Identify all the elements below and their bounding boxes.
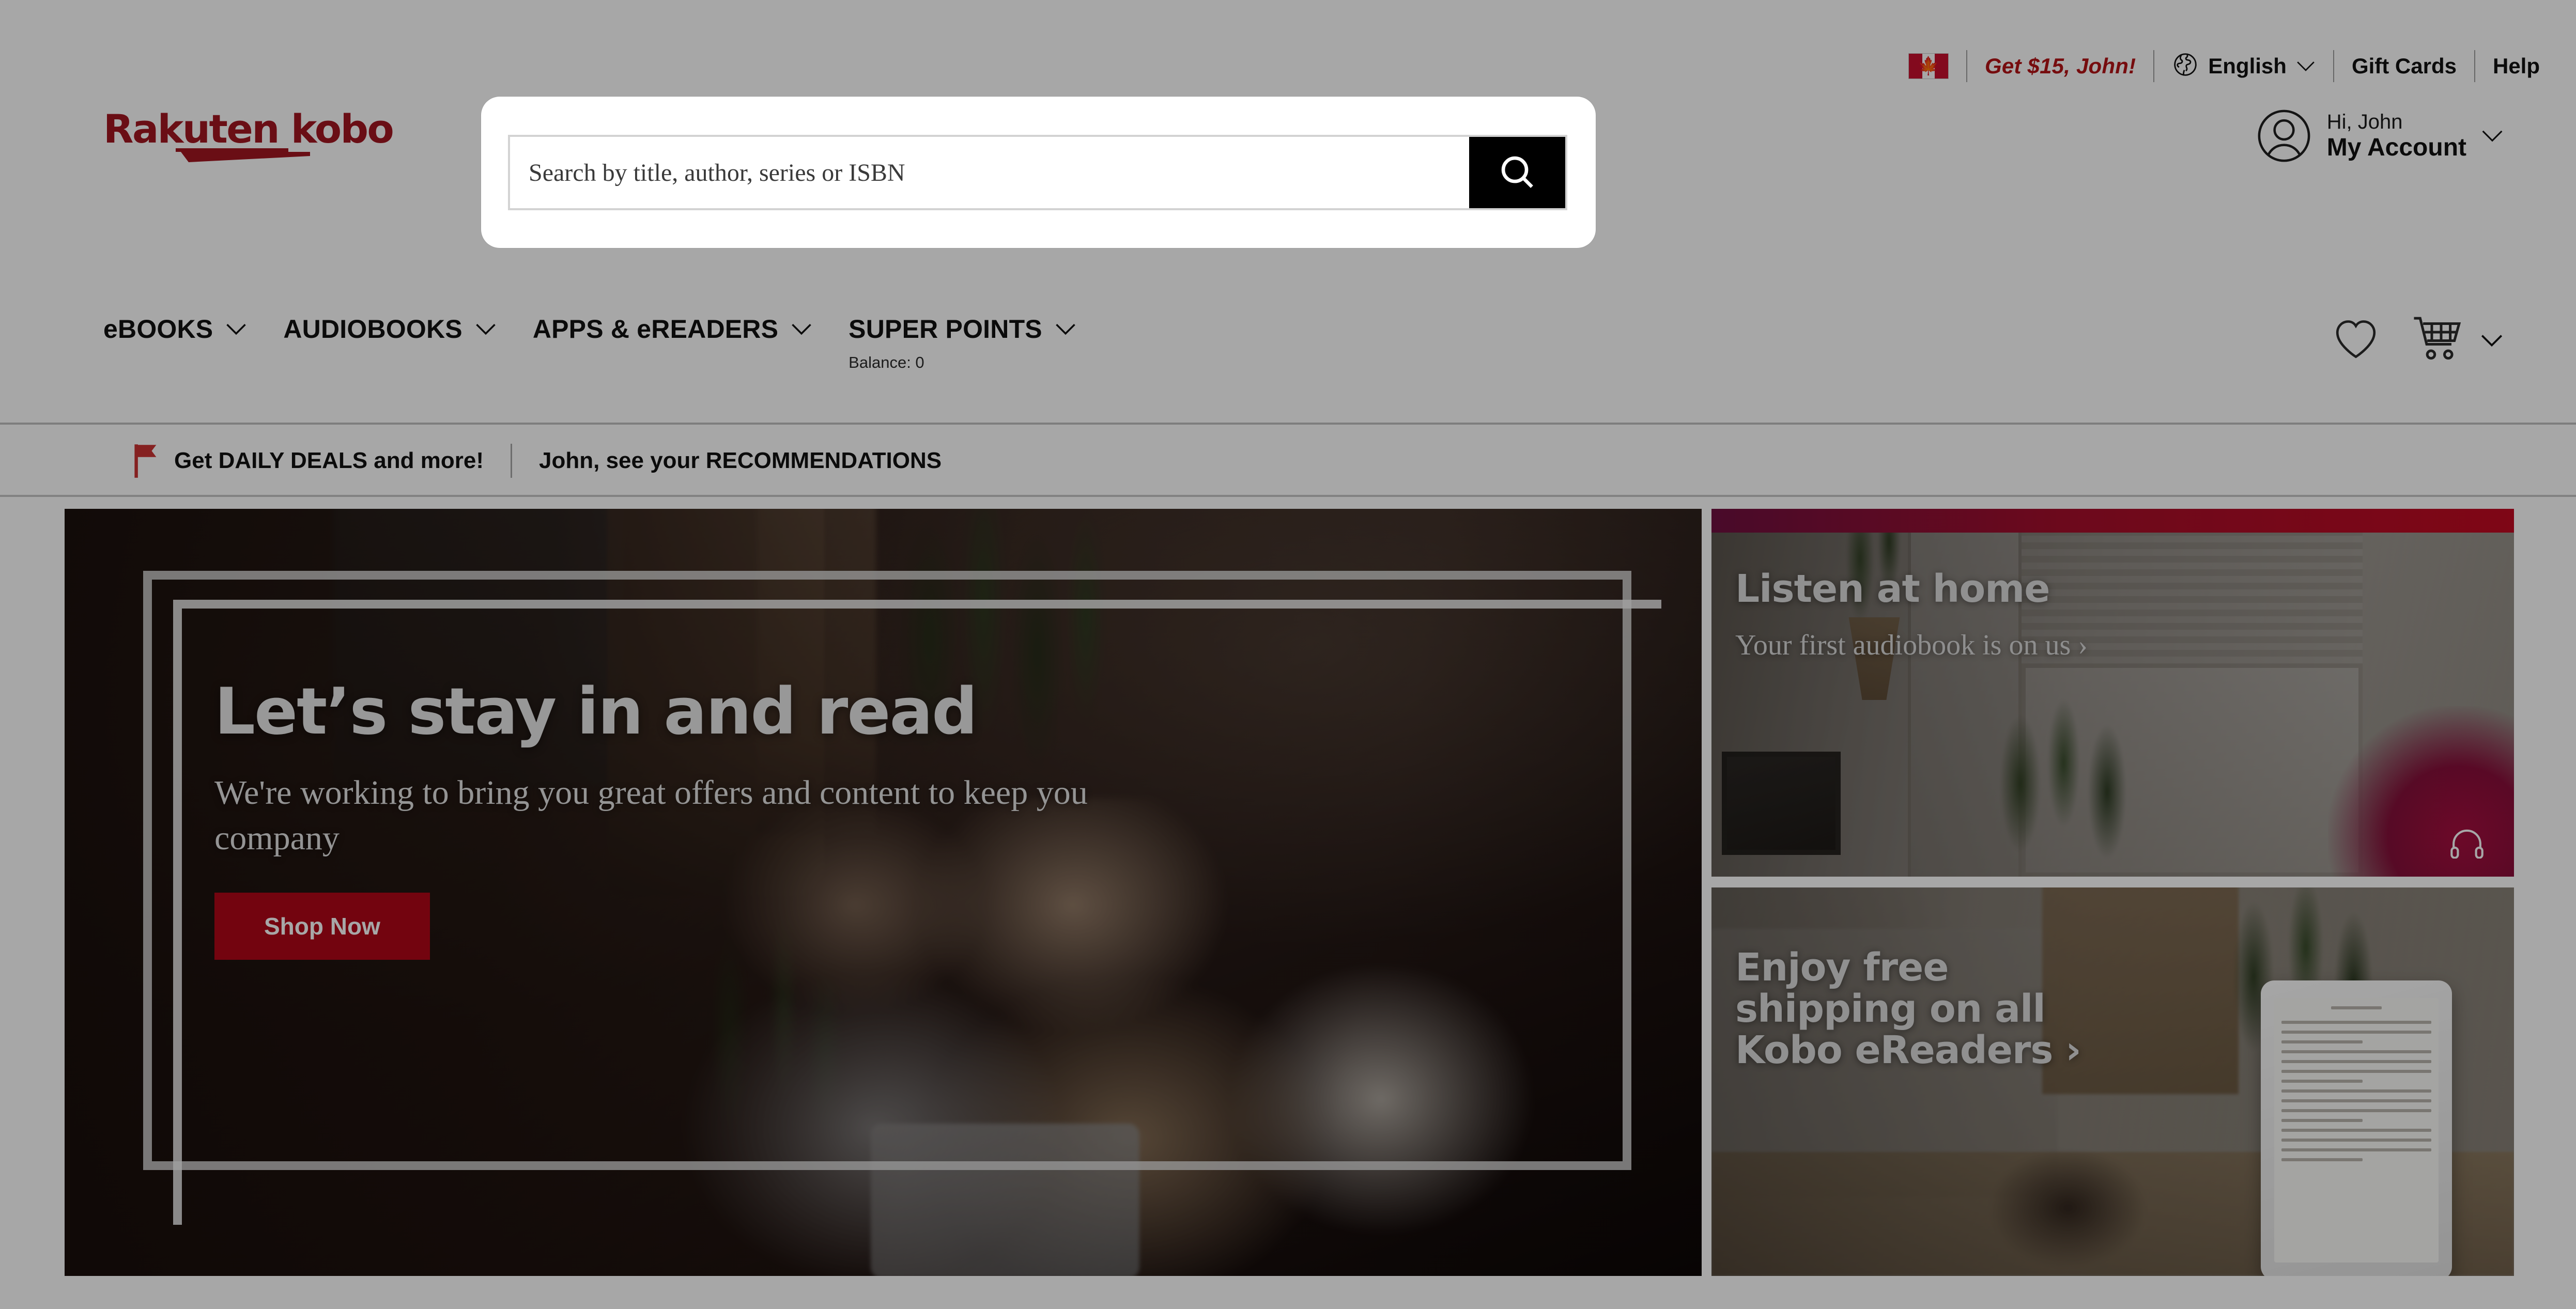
chevron-down-icon	[1055, 322, 1076, 336]
hero-subline: We're working to bring you great offers …	[214, 774, 1088, 857]
divider	[2333, 50, 2334, 82]
chevron-down-icon	[2480, 333, 2504, 348]
shop-now-button[interactable]: Shop Now	[214, 892, 430, 960]
my-account-menu[interactable]: Hi, John My Account	[2256, 107, 2504, 164]
language-selector[interactable]: English	[2172, 51, 2316, 81]
promo-card-listen-at-home[interactable]: Listen at home Your first audiobook is o…	[1711, 509, 2514, 877]
get-credit-promo-link[interactable]: Get $15, John!	[1985, 54, 2136, 79]
promo-card-column: Listen at home Your first audiobook is o…	[1711, 509, 2514, 1276]
chevron-down-icon	[225, 322, 247, 336]
search-input[interactable]	[510, 137, 1469, 208]
promo-card-free-shipping[interactable]: Enjoy free shipping on all Kobo eReaders…	[1711, 887, 2514, 1276]
headphones-icon	[2450, 827, 2484, 861]
shopping-cart-icon	[2411, 315, 2466, 365]
card-headline-line3: Kobo eReaders ›	[1735, 1027, 2081, 1072]
nav-item-apps-ereaders[interactable]: APPS & eREADERS	[533, 314, 812, 344]
gift-cards-link[interactable]: Gift Cards	[2352, 54, 2457, 79]
hero-copy: Let’s stay in and read We're working to …	[214, 679, 1160, 960]
account-label: My Account	[2326, 133, 2466, 161]
logo-swoosh	[181, 152, 310, 162]
nav-item-audiobooks[interactable]: AUDIOBOOKS	[283, 314, 496, 344]
search-icon	[1498, 152, 1537, 193]
chevron-down-icon	[791, 322, 812, 336]
divider	[2474, 50, 2475, 82]
search-bar	[508, 135, 1567, 210]
help-link[interactable]: Help	[2493, 54, 2540, 79]
card-copy: Listen at home Your first audiobook is o…	[1735, 567, 2483, 662]
card-scrim	[1711, 509, 2514, 877]
main-navigation: eBOOKS AUDIOBOOKS APPS & eREADERS SUPER …	[0, 289, 2576, 423]
canada-flag-icon[interactable]: 🍁	[1908, 53, 1949, 79]
chevron-down-icon	[2481, 128, 2504, 144]
nav-label: AUDIOBOOKS	[283, 315, 462, 344]
language-label: English	[2208, 53, 2287, 78]
nav-label: SUPER POINTS	[849, 315, 1042, 344]
nav-label: APPS & eREADERS	[532, 315, 779, 344]
promo-bottom-divider	[0, 495, 2576, 497]
divider	[1966, 50, 1968, 82]
card-headline-line1: Enjoy free	[1735, 945, 1949, 990]
nav-item-ebooks[interactable]: eBOOKS	[103, 314, 247, 344]
card-headline-line2: shipping on all	[1735, 986, 2046, 1031]
promo-strip: Get DAILY DEALS and more! John, see your…	[0, 425, 2576, 497]
search-button[interactable]	[1469, 137, 1565, 208]
card-subline: Your first audiobook is on us ›	[1735, 629, 2088, 661]
logo-text: Rakuten kobo	[103, 106, 394, 152]
hero-headline: Let’s stay in and read	[214, 675, 978, 749]
super-points-balance: Balance: 0	[849, 353, 924, 371]
hero-banner[interactable]: Let’s stay in and read We're working to …	[65, 509, 1702, 1276]
user-avatar-icon	[2256, 107, 2312, 164]
rakuten-kobo-logo[interactable]: Rakuten kobo	[103, 110, 394, 162]
content-area: Let’s stay in and read We're working to …	[65, 509, 2514, 1276]
account-greeting: Hi, John	[2326, 110, 2403, 133]
card-copy: Enjoy free shipping on all Kobo eReaders…	[1735, 947, 2483, 1071]
wishlist-button[interactable]	[2332, 318, 2380, 363]
divider	[2153, 50, 2155, 82]
chevron-down-icon	[2296, 59, 2316, 73]
nav-item-super-points[interactable]: SUPER POINTS Balance: 0	[849, 314, 1076, 371]
search-spotlight-card	[481, 97, 1596, 248]
heart-icon	[2332, 318, 2380, 363]
logo-underline	[176, 148, 288, 152]
cart-button[interactable]	[2411, 315, 2504, 365]
red-flag-icon	[132, 443, 161, 479]
divider	[511, 444, 513, 478]
globe-icon	[2172, 51, 2199, 81]
card-headline: Listen at home	[1735, 567, 2050, 611]
daily-deals-link[interactable]: Get DAILY DEALS and more!	[174, 448, 484, 474]
chevron-down-icon	[475, 322, 497, 336]
card-accent-bar	[1711, 509, 2514, 533]
recommendations-link[interactable]: John, see your RECOMMENDATIONS	[539, 448, 942, 474]
nav-label: eBOOKS	[103, 315, 213, 344]
